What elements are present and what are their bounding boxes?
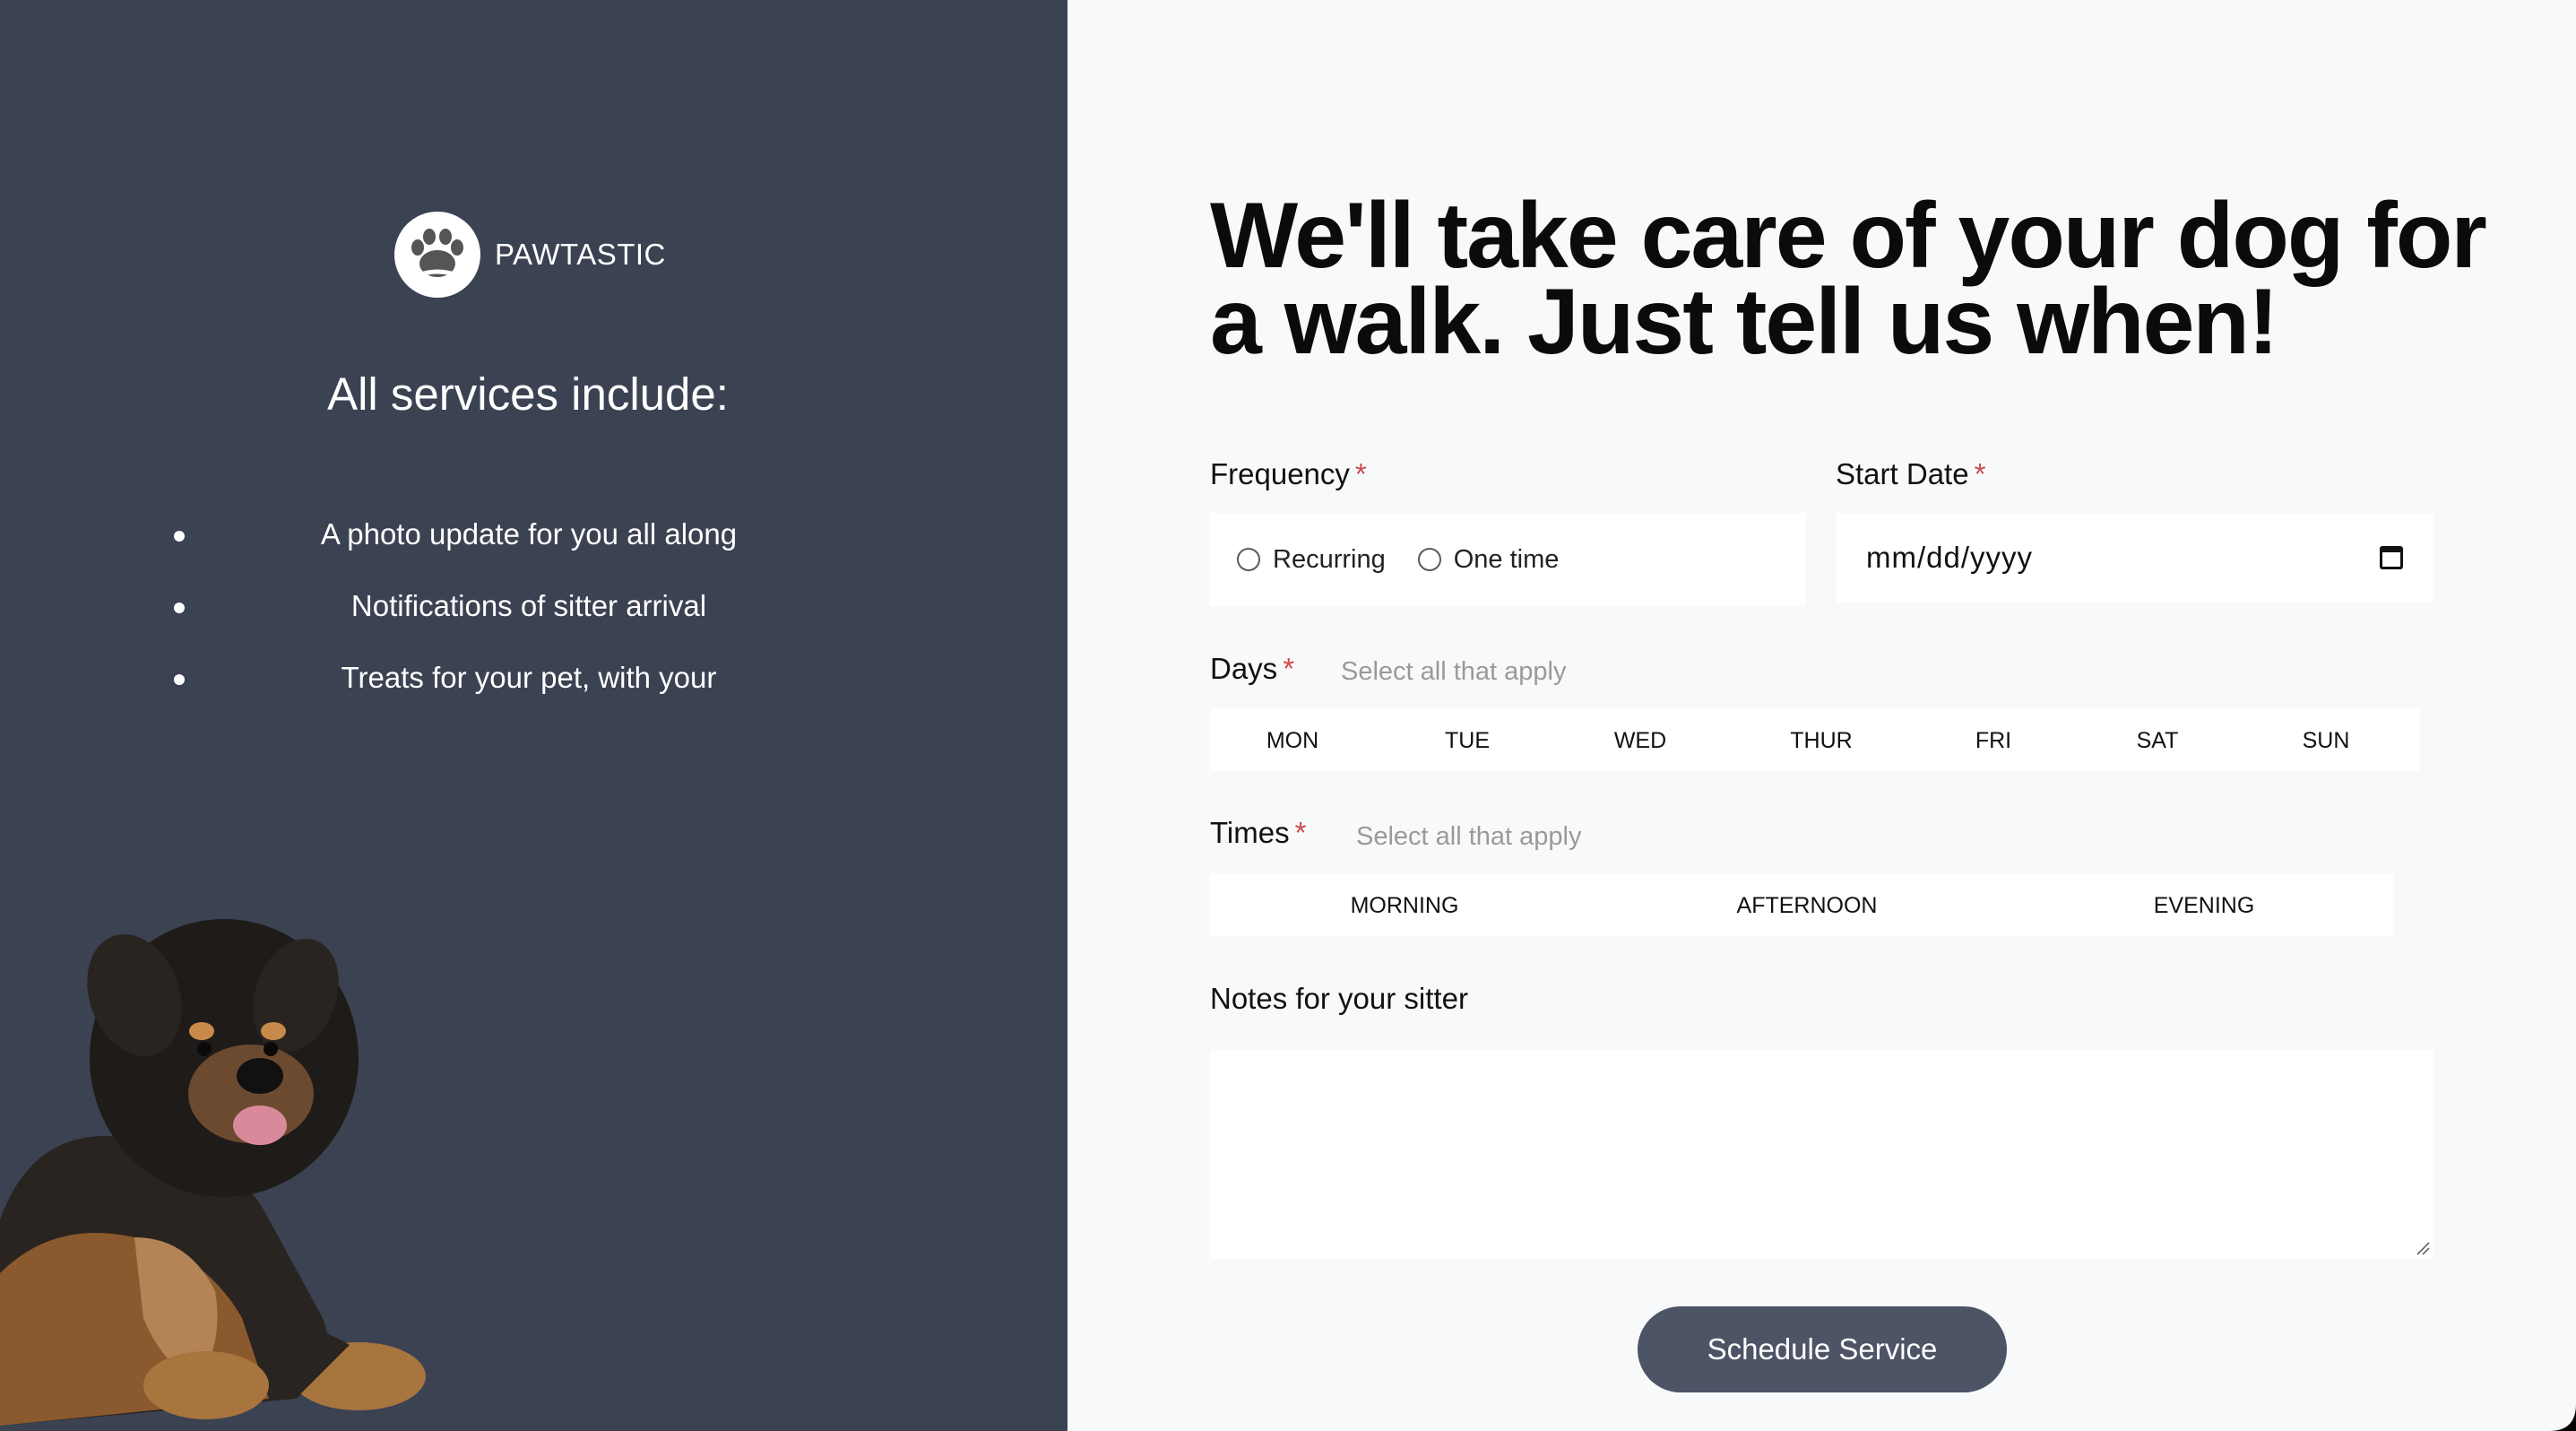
schedule-service-button[interactable]: Schedule Service (1638, 1306, 2007, 1392)
day-tue[interactable]: TUE (1396, 728, 1539, 754)
dog-illustration (0, 919, 426, 1426)
days-hint: Select all that apply (1341, 657, 1567, 686)
times-hint: Select all that apply (1356, 822, 1582, 851)
radio-one-time[interactable]: One time (1417, 545, 1559, 575)
start-date-input[interactable]: mm/dd/yyyy (1836, 513, 2433, 603)
bullet-icon (174, 603, 185, 613)
times-selector: MORNING AFTERNOON EVENING (1210, 873, 2393, 936)
radio-circle[interactable] (1417, 548, 1441, 571)
frequency-label: Frequency * (1210, 457, 1367, 490)
days-selector: MON TUE WED THUR FRI SAT SUN (1210, 708, 2420, 771)
day-wed[interactable]: WED (1569, 728, 1712, 754)
bullet-icon (174, 531, 185, 542)
resize-grip-icon[interactable] (2416, 1241, 2430, 1255)
time-afternoon[interactable]: AFTERNOON (1673, 893, 1941, 919)
notes-textarea[interactable] (1210, 1051, 2433, 1259)
radio-recurring[interactable]: Recurring (1237, 545, 1386, 575)
required-mark: * (1354, 457, 1367, 490)
notes-label: Notes for your sitter (1210, 982, 1468, 1015)
list-item: A photo update for you all along (170, 511, 887, 583)
services-panel: PAWTASTIC All services include: A photo … (0, 0, 1068, 1431)
booking-form: We'll take care of your dog for a walk. … (1068, 0, 2576, 1431)
time-evening[interactable]: EVENING (2070, 893, 2338, 919)
list-item: Notifications of sitter arrival (170, 583, 887, 655)
paw-icon (394, 212, 480, 298)
required-mark: * (1283, 652, 1295, 685)
services-heading: All services include: (327, 369, 729, 420)
radio-circle[interactable] (1237, 548, 1260, 571)
start-date-label: Start Date * (1836, 457, 1986, 490)
day-sat[interactable]: SAT (2086, 728, 2229, 754)
window-corner-icon (2549, 1404, 2576, 1431)
required-mark: * (1294, 816, 1307, 849)
brand-name: PAWTASTIC (495, 238, 666, 271)
frequency-field: Recurring One time (1210, 513, 1805, 606)
times-label: Times * (1210, 816, 1307, 849)
day-thur[interactable]: THUR (1750, 728, 1893, 754)
services-list: A photo update for you all along Notific… (170, 511, 887, 726)
time-morning[interactable]: MORNING (1270, 893, 1539, 919)
list-item: Treats for your pet, with your (170, 655, 887, 726)
date-placeholder: mm/dd/yyyy (1866, 541, 2034, 574)
day-fri[interactable]: FRI (1922, 728, 2065, 754)
day-sun[interactable]: SUN (2254, 728, 2398, 754)
brand[interactable]: PAWTASTIC (394, 212, 666, 298)
required-mark: * (1974, 457, 1986, 490)
bullet-icon (174, 674, 185, 685)
days-label: Days * (1210, 652, 1295, 685)
page-title: We'll take care of your dog for a walk. … (1210, 184, 2487, 374)
day-mon[interactable]: MON (1221, 728, 1364, 754)
calendar-icon[interactable] (2380, 546, 2403, 569)
